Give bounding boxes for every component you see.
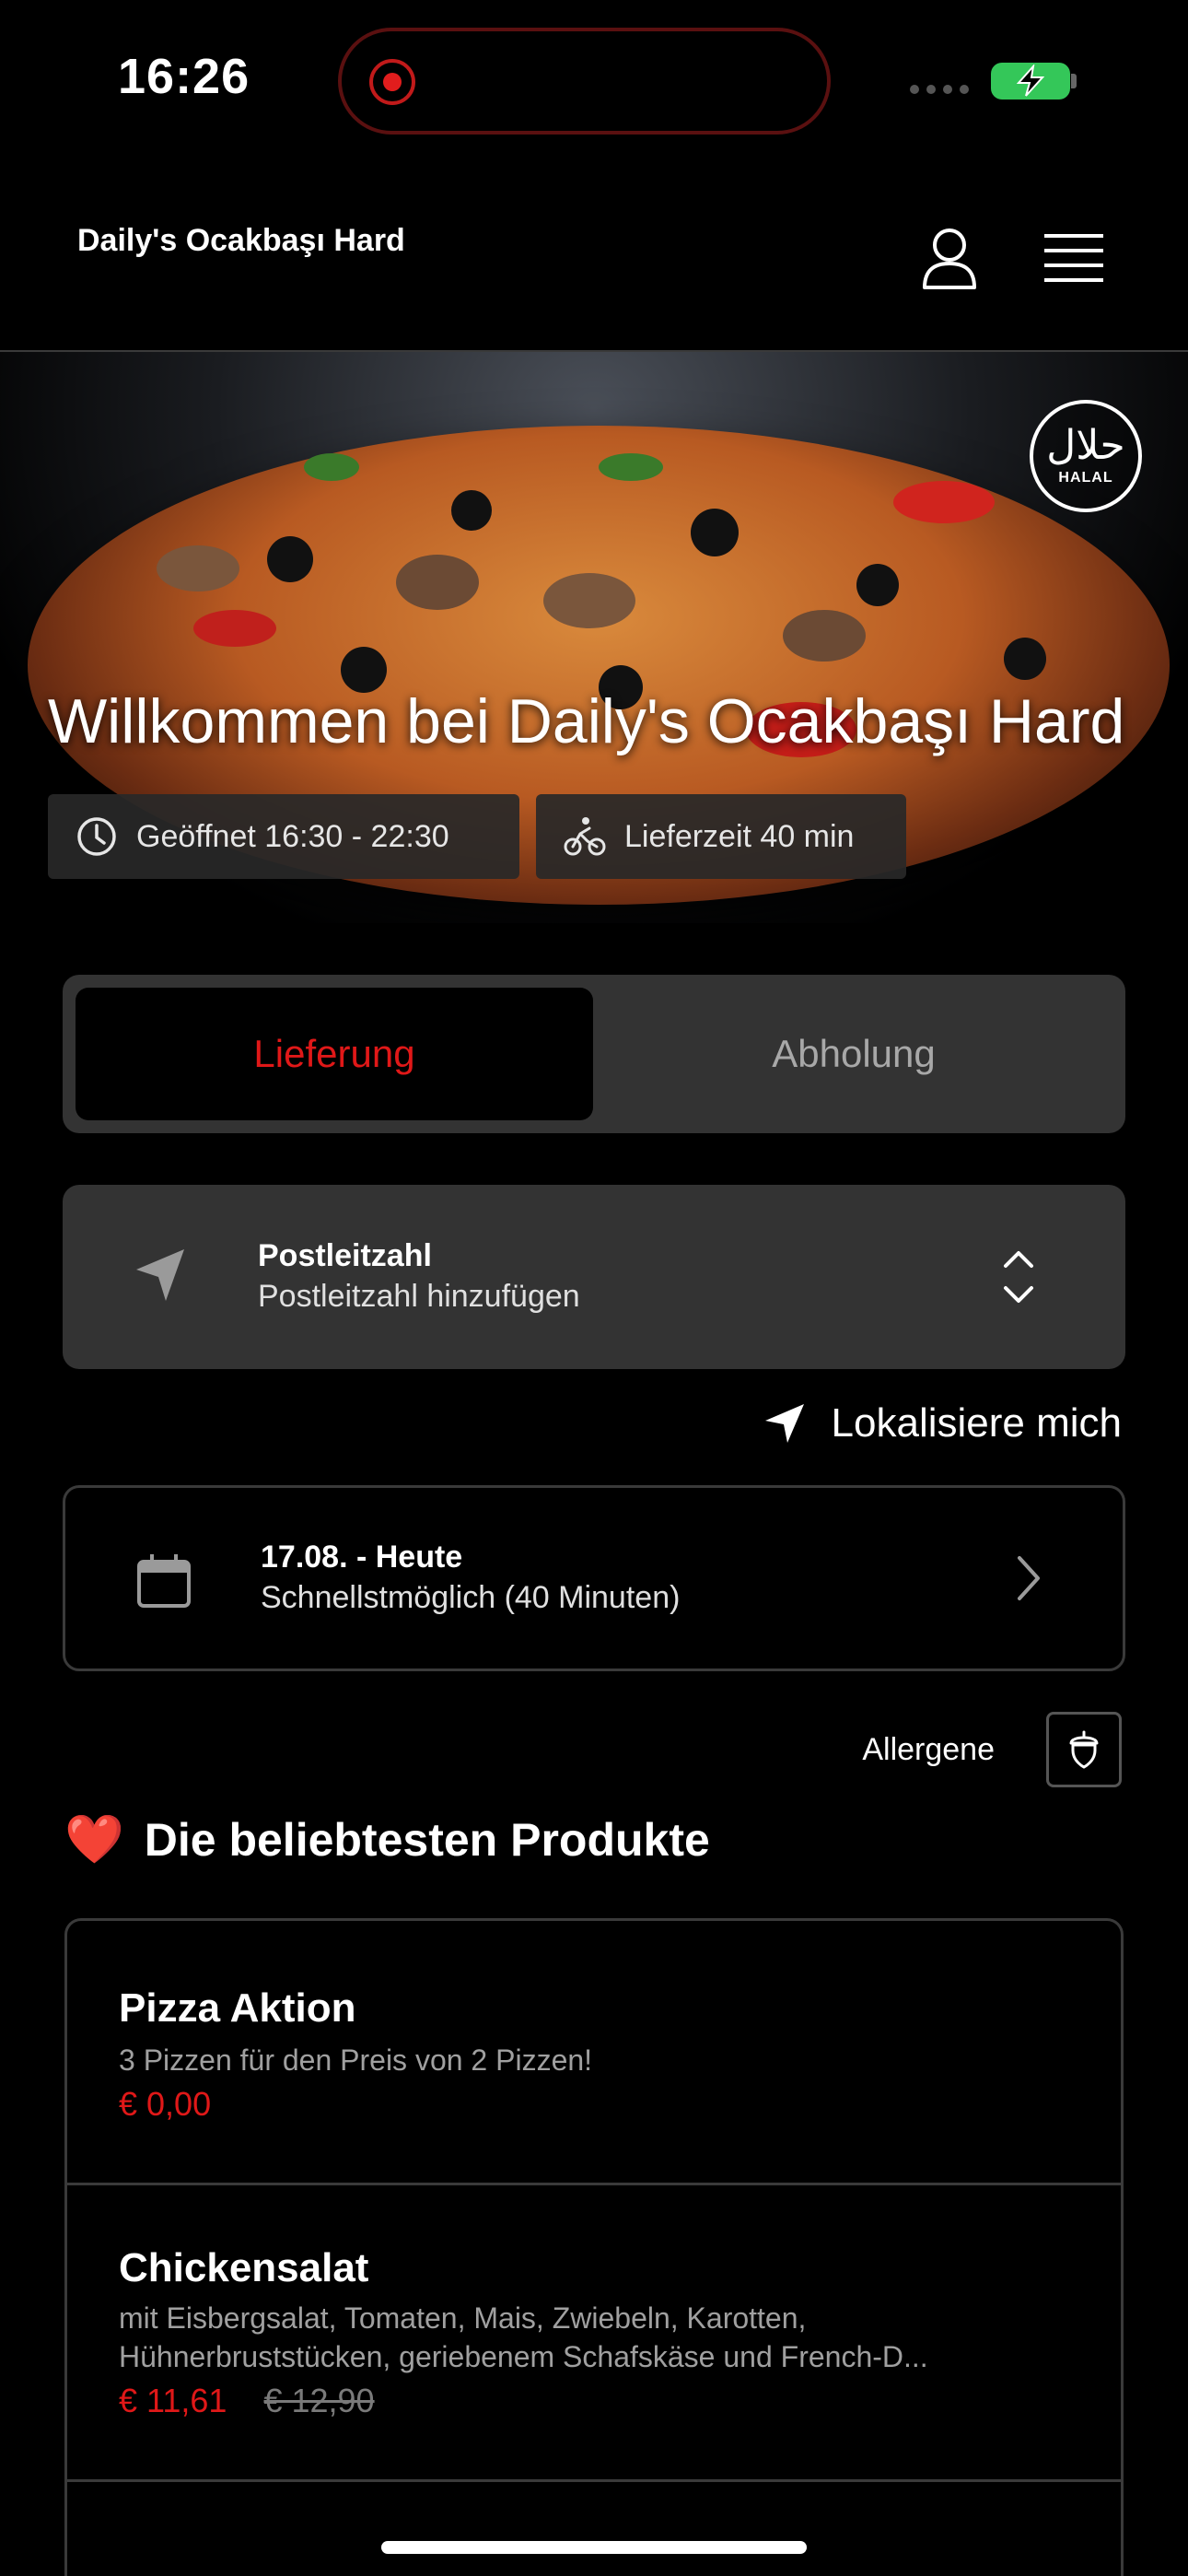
product-description-line1: mit Eisbergsalat, Tomaten, Mais, Zwiebel… (119, 2301, 807, 2335)
clock-icon (77, 817, 116, 856)
halal-label: HALAL (1058, 470, 1113, 486)
product-name: Chickensalat (119, 2245, 369, 2290)
product-price: € 11,61 (119, 2382, 227, 2419)
restaurant-name[interactable]: Daily's Ocakbaşı Hard (77, 221, 409, 260)
acorn-icon (1069, 1730, 1099, 1769)
postal-code-selector[interactable]: Postleitzahl Postleitzahl hinzufügen (63, 1185, 1125, 1369)
product-name: Pizza Aktion (119, 1985, 356, 2031)
heart-icon: ❤️ (64, 1813, 124, 1867)
tab-pickup[interactable]: Abholung (595, 988, 1112, 1120)
product-item[interactable]: Pizza Aktion 3 Pizzen für den Preis von … (67, 1985, 1121, 2124)
navigation-arrow-icon (764, 1404, 804, 1443)
home-indicator[interactable] (381, 2541, 807, 2554)
date-label: 17.08. - Heute (261, 1540, 463, 1575)
popular-products-title: ❤️ Die beliebtesten Produkte (64, 1811, 710, 1868)
product-description-line2: Hühnerbruststücken, geriebenem Schafskäs… (119, 2340, 928, 2373)
locate-me-button[interactable]: Lokalisiere mich (763, 1400, 1122, 1446)
battery-icon (991, 63, 1070, 100)
recording-icon (369, 59, 415, 105)
order-mode-toggle: Lieferung Abholung (63, 975, 1125, 1133)
calendar-icon (137, 1554, 191, 1608)
location-arrow-icon (136, 1249, 184, 1301)
halal-badge: حلال HALAL (1030, 400, 1142, 512)
product-old-price: € 12,90 (263, 2382, 375, 2419)
opening-hours-chip: Geöffnet 16:30 - 22:30 (48, 794, 519, 879)
product-list: Pizza Aktion 3 Pizzen für den Preis von … (64, 1918, 1124, 2576)
product-description: 3 Pizzen für den Preis von 2 Pizzen! (119, 2043, 593, 2077)
delivery-time-text: Lieferzeit 40 min (624, 818, 855, 854)
app-screen: 16:26 Daily's Ocakbaşı Hard حلال HALAL W… (0, 0, 1188, 2576)
dynamic-island (338, 28, 831, 135)
signal-icon (910, 85, 969, 94)
product-price: € 0,00 (119, 2085, 212, 2123)
hamburger-menu-icon[interactable] (1044, 232, 1103, 284)
popular-products-heading: Die beliebtesten Produkte (144, 1813, 710, 1866)
allergens-label[interactable]: Allergene (862, 1732, 995, 1768)
status-time: 16:26 (118, 49, 250, 104)
allergens-button[interactable] (1046, 1712, 1122, 1787)
date-value: Schnellstmöglich (40 Minuten) (261, 1580, 681, 1615)
chevron-up-down-icon (1004, 1251, 1033, 1303)
bike-icon (564, 817, 606, 856)
halal-arabic-text: حلال (1046, 422, 1125, 469)
chevron-right-icon (1018, 1556, 1040, 1600)
opening-hours-text: Geöffnet 16:30 - 22:30 (136, 818, 449, 854)
product-divider (67, 2479, 1121, 2482)
locate-me-label: Lokalisiere mich (831, 1400, 1122, 1446)
product-divider (67, 2183, 1121, 2185)
delivery-time-chip: Lieferzeit 40 min (536, 794, 906, 879)
tab-delivery[interactable]: Lieferung (76, 988, 593, 1120)
user-icon[interactable] (921, 227, 978, 291)
delivery-date-selector[interactable]: 17.08. - Heute Schnellstmöglich (40 Minu… (63, 1485, 1125, 1671)
postal-code-label: Postleitzahl (258, 1238, 432, 1273)
postal-code-placeholder: Postleitzahl hinzufügen (258, 1279, 580, 1314)
hero-title: Willkommen bei Daily's Ocakbaşı Hard (48, 686, 1125, 756)
battery-cap (1071, 74, 1077, 88)
product-item[interactable]: Chickensalat mit Eisbergsalat, Tomaten, … (67, 2245, 1121, 2420)
